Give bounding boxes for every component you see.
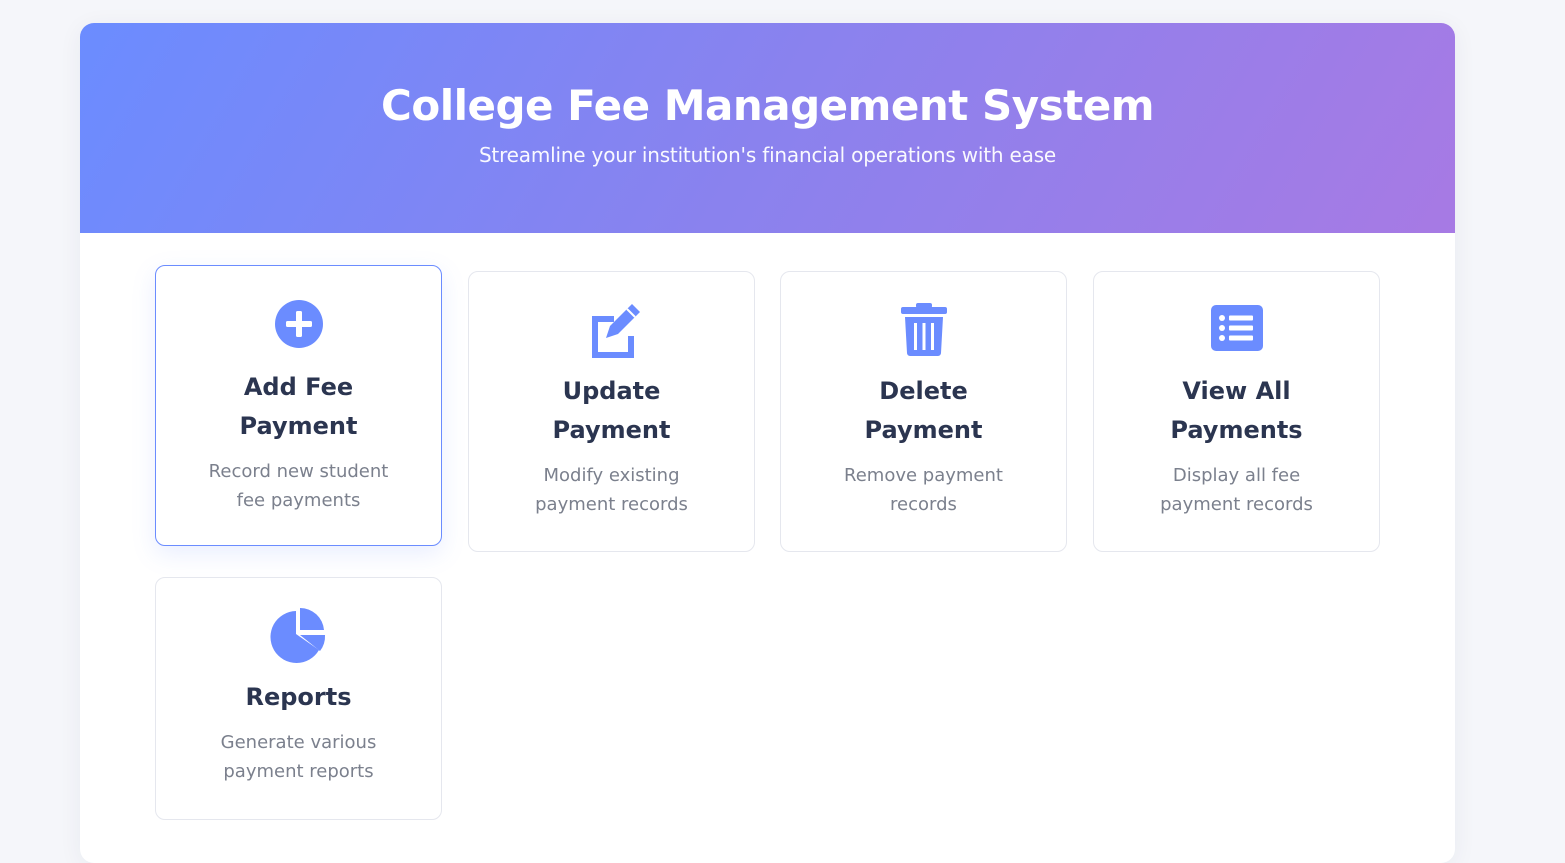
card-title: Add Fee Payment	[239, 373, 358, 440]
pie-chart-icon	[269, 608, 329, 668]
delete-payment-card[interactable]: Delete Payment Remove payment records	[780, 271, 1067, 552]
card-title: Delete Payment	[864, 377, 983, 444]
card-description: Modify existing payment records	[535, 465, 688, 515]
card-description: Generate various payment reports	[220, 732, 377, 782]
update-payment-card[interactable]: Update Payment Modify existing payment r…	[468, 271, 755, 552]
view-all-payments-card[interactable]: View All Payments Display all fee paymen…	[1093, 271, 1380, 552]
reports-card[interactable]: Reports Generate various payment reports	[155, 577, 442, 820]
card-description: Record new student fee payments	[208, 461, 389, 511]
hero-header: College Fee Management System Streamline…	[80, 23, 1455, 233]
list-icon	[1207, 302, 1267, 362]
trash-icon	[894, 302, 954, 362]
page-subtitle: Streamline your institution's financial …	[478, 143, 1057, 167]
page-title: College Fee Management System	[381, 81, 1154, 130]
app-container: College Fee Management System Streamline…	[80, 23, 1455, 863]
plus-circle-icon	[269, 298, 329, 358]
card-title: Reports	[245, 683, 352, 711]
card-title: Update Payment	[552, 377, 671, 444]
card-description: Remove payment records	[844, 465, 1003, 515]
card-description: Display all fee payment records	[1160, 465, 1313, 515]
card-title: View All Payments	[1170, 377, 1303, 444]
add-fee-payment-card[interactable]: Add Fee Payment Record new student fee p…	[155, 265, 442, 546]
edit-icon	[582, 302, 642, 362]
